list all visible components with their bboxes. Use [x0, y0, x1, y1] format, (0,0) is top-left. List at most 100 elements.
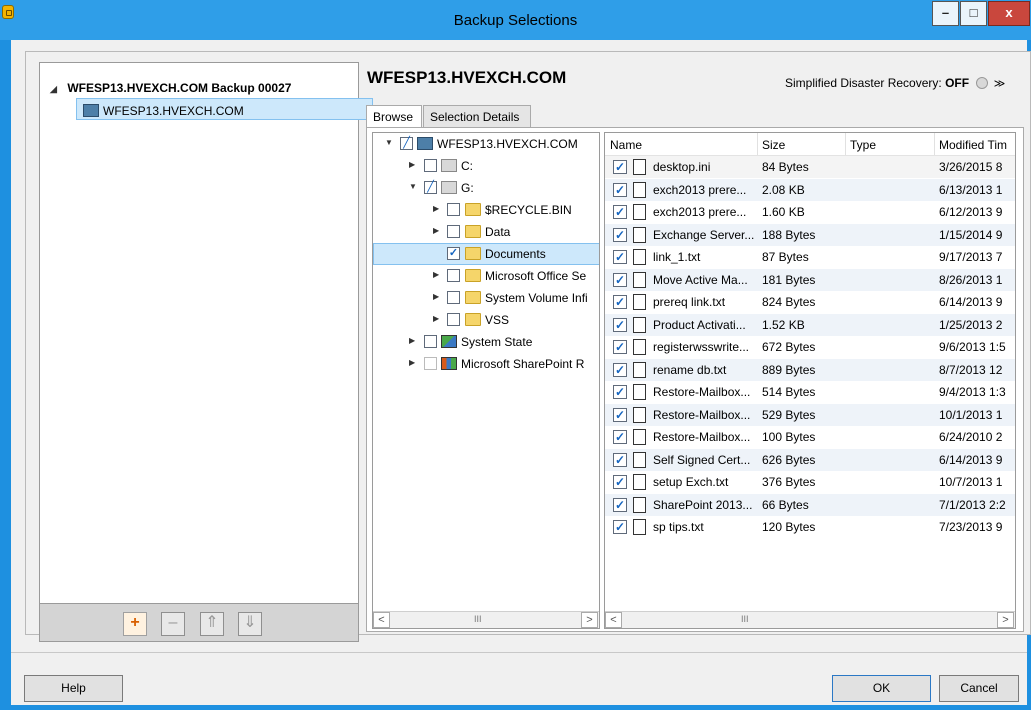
file-row[interactable]: desktop.ini 84 Bytes 3/26/2015 8 [605, 156, 1015, 178]
move-down-button[interactable]: ⇓ [238, 612, 262, 636]
tree-checkbox[interactable] [400, 137, 413, 150]
file-checkbox[interactable] [613, 317, 627, 332]
file-row[interactable]: Product Activati... 1.52 KB 1/25/2013 2 [605, 313, 1015, 336]
tree-checkbox[interactable] [447, 203, 460, 216]
tree-checkbox[interactable] [447, 291, 460, 304]
collapse-caret-icon[interactable]: ▼ [409, 182, 417, 191]
minimize-button[interactable]: – [932, 1, 959, 26]
file-checkbox[interactable] [613, 452, 627, 467]
tab-selection-details[interactable]: Selection Details [423, 105, 531, 127]
file-row[interactable]: Move Active Ma... 181 Bytes 8/26/2013 1 [605, 268, 1015, 291]
expand-caret-icon[interactable]: ▶ [433, 270, 439, 279]
sdr-expand-icon[interactable]: ≫ [994, 78, 1006, 90]
tree-node-folder[interactable]: ▶ System Volume Infi [373, 287, 599, 309]
column-separator[interactable] [845, 133, 846, 155]
file-name: registerwsswrite... [653, 340, 750, 354]
remove-server-button[interactable]: – [161, 612, 185, 636]
tree-node-folder[interactable]: ▶ Microsoft Office Se [373, 265, 599, 287]
expand-caret-icon[interactable]: ▶ [409, 160, 415, 169]
expand-caret-icon[interactable]: ▶ [409, 358, 415, 367]
tree-checkbox[interactable] [447, 225, 460, 238]
add-server-button[interactable]: + [123, 612, 147, 636]
move-up-button[interactable]: ⇑ [200, 612, 224, 636]
scroll-grip-icon[interactable]: III [741, 614, 749, 624]
tree-node-sharepoint[interactable]: ▶ Microsoft SharePoint R [373, 353, 599, 375]
file-list-horizontal-scrollbar[interactable]: < III > [605, 611, 1015, 628]
expand-caret-icon[interactable]: ▶ [433, 292, 439, 301]
tree-node-folder[interactable]: ▶ $RECYCLE.BIN [373, 199, 599, 221]
expand-caret-icon[interactable]: ▶ [433, 314, 439, 323]
tree-node-folder[interactable]: ▶ Data [373, 221, 599, 243]
scroll-right-button[interactable]: > [581, 612, 598, 628]
expand-caret-icon[interactable]: ▶ [433, 204, 439, 213]
tree-checkbox[interactable] [424, 357, 437, 370]
scroll-left-button[interactable]: < [605, 612, 622, 628]
column-header-name[interactable]: Name [610, 138, 642, 152]
ok-button[interactable]: OK [832, 675, 931, 702]
scroll-grip-icon[interactable]: III [474, 614, 482, 624]
maximize-button[interactable]: □ [960, 1, 987, 26]
file-checkbox[interactable] [613, 430, 627, 444]
column-separator[interactable] [934, 133, 935, 155]
file-checkbox[interactable] [613, 160, 627, 174]
file-checkbox[interactable] [613, 227, 627, 242]
file-row[interactable]: Restore-Mailbox... 514 Bytes 9/4/2013 1:3 [605, 381, 1015, 403]
collapse-caret-icon[interactable]: ▼ [385, 138, 393, 147]
file-row[interactable]: SharePoint 2013... 66 Bytes 7/1/2013 2:2 [605, 493, 1015, 516]
tree-checkbox[interactable] [424, 181, 437, 194]
tree-node-drive-g[interactable]: ▼ G: [373, 177, 599, 199]
tree-checkbox[interactable] [424, 159, 437, 172]
tree-node-folder-selected[interactable]: Documents [373, 243, 599, 265]
expand-caret-icon[interactable]: ▶ [409, 336, 415, 345]
file-checkbox[interactable] [613, 295, 627, 309]
file-row[interactable]: rename db.txt 889 Bytes 8/7/2013 12 [605, 358, 1015, 381]
file-row[interactable]: Restore-Mailbox... 529 Bytes 10/1/2013 1 [605, 403, 1015, 426]
file-row[interactable]: exch2013 prere... 1.60 KB 6/12/2013 9 [605, 201, 1015, 223]
tree-node-system-state[interactable]: ▶ System State [373, 331, 599, 353]
column-header-type[interactable]: Type [850, 138, 876, 152]
tree-checkbox[interactable] [424, 335, 437, 348]
cancel-button[interactable]: Cancel [939, 675, 1019, 702]
file-checkbox[interactable] [613, 475, 627, 489]
file-row[interactable]: sp tips.txt 120 Bytes 7/23/2013 9 [605, 516, 1015, 538]
file-row[interactable]: setup Exch.txt 376 Bytes 10/7/2013 1 [605, 471, 1015, 493]
tree-checkbox[interactable] [447, 247, 460, 260]
sdr-toggle-icon[interactable] [976, 77, 989, 89]
backup-tree-root[interactable]: ◢ WFESP13.HVEXCH.COM Backup 00027 [50, 81, 291, 95]
expand-caret-icon[interactable]: ▶ [433, 226, 439, 235]
file-row[interactable]: link_1.txt 87 Bytes 9/17/2013 7 [605, 246, 1015, 268]
file-row[interactable]: registerwsswrite... 672 Bytes 9/6/2013 1:5 [605, 336, 1015, 358]
backup-tree-server-item[interactable]: WFESP13.HVEXCH.COM [76, 98, 373, 120]
column-separator[interactable] [757, 133, 758, 155]
file-checkbox[interactable] [613, 362, 627, 377]
column-header-modified[interactable]: Modified Tim [939, 138, 1007, 152]
tree-checkbox[interactable] [447, 313, 460, 326]
scroll-left-button[interactable]: < [373, 612, 390, 628]
file-checkbox[interactable] [613, 182, 627, 197]
tree-checkbox[interactable] [447, 269, 460, 282]
file-checkbox[interactable] [613, 385, 627, 399]
file-checkbox[interactable] [613, 205, 627, 219]
file-row[interactable]: Restore-Mailbox... 100 Bytes 6/24/2010 2 [605, 426, 1015, 448]
tree-node-folder[interactable]: ▶ VSS [373, 309, 599, 331]
file-row[interactable]: exch2013 prere... 2.08 KB 6/13/2013 1 [605, 178, 1015, 201]
file-checkbox[interactable] [613, 250, 627, 264]
file-checkbox[interactable] [613, 407, 627, 422]
file-checkbox[interactable] [613, 520, 627, 534]
file-row[interactable]: Self Signed Cert... 626 Bytes 6/14/2013 9 [605, 448, 1015, 471]
expand-caret-icon[interactable]: ◢ [50, 84, 64, 95]
column-header-size[interactable]: Size [762, 138, 785, 152]
close-button[interactable]: x [988, 1, 1030, 26]
title-bar[interactable]: Backup Selections – □ x [0, 0, 1031, 40]
tree-node-server[interactable]: ▼ WFESP13.HVEXCH.COM [373, 133, 599, 155]
scroll-right-button[interactable]: > [997, 612, 1014, 628]
file-row[interactable]: prereq link.txt 824 Bytes 6/14/2013 9 [605, 291, 1015, 313]
help-button[interactable]: Help [24, 675, 123, 702]
tab-browse[interactable]: Browse [366, 105, 422, 127]
file-checkbox[interactable] [613, 340, 627, 354]
tree-horizontal-scrollbar[interactable]: < III > [373, 611, 599, 628]
file-row[interactable]: Exchange Server... 188 Bytes 1/15/2014 9 [605, 223, 1015, 246]
tree-node-drive-c[interactable]: ▶ C: [373, 155, 599, 177]
file-checkbox[interactable] [613, 272, 627, 287]
file-checkbox[interactable] [613, 497, 627, 512]
